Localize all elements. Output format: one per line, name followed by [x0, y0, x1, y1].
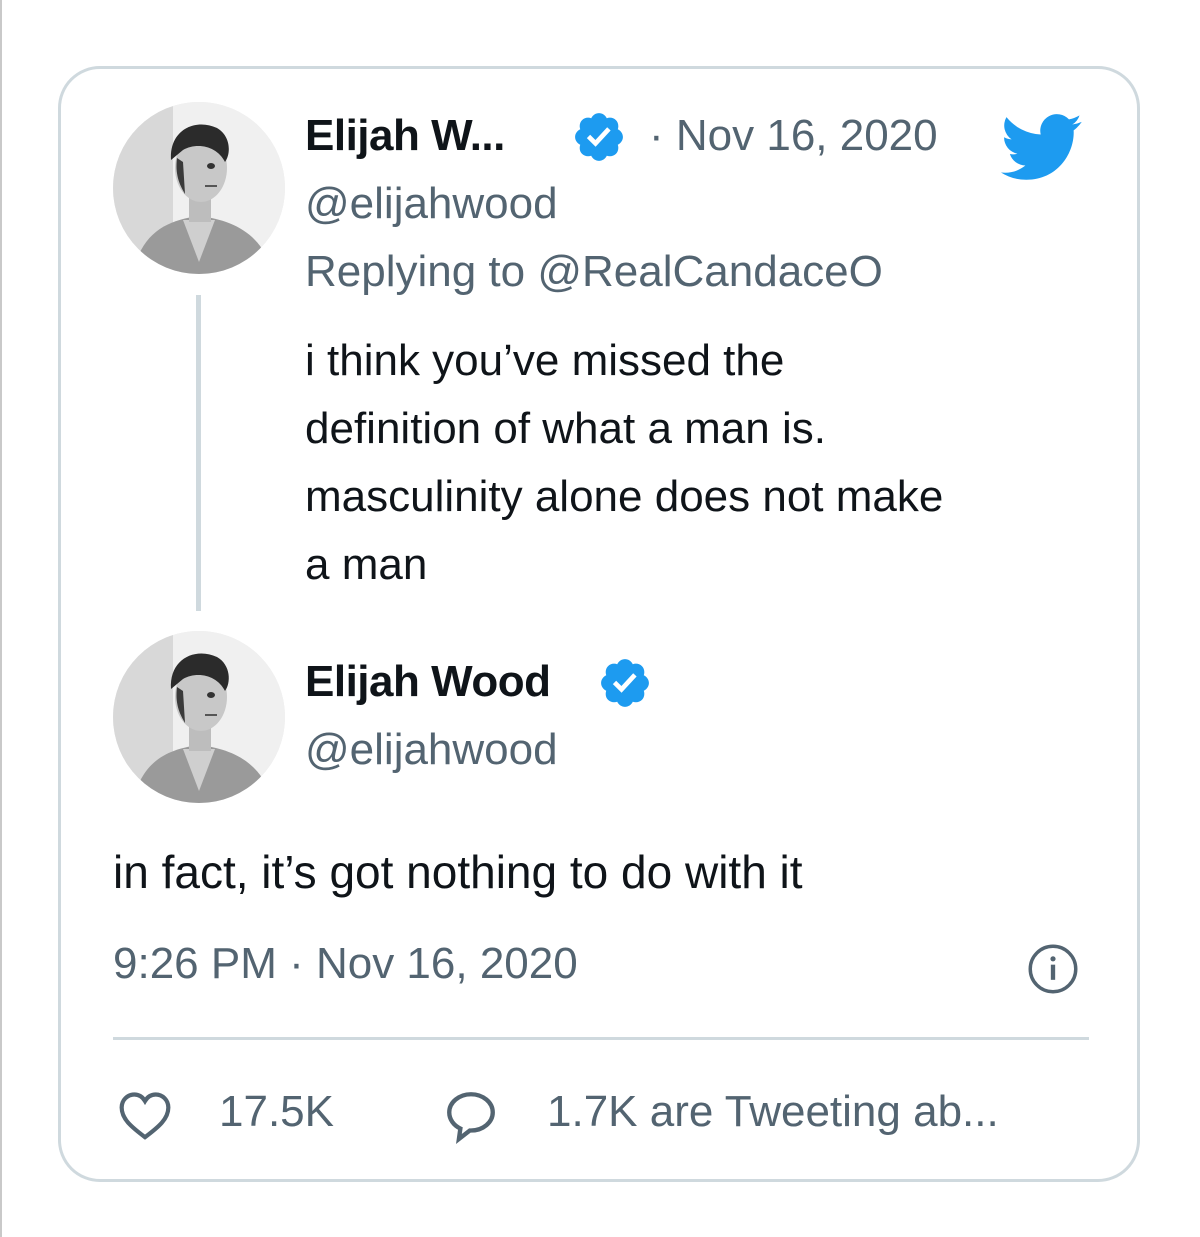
twitter-bird-icon[interactable]: [1001, 113, 1083, 183]
tweet-embed-card[interactable]: Elijah W... · Nov 16, 2020 @elijahwood R…: [58, 66, 1140, 1182]
reply-tweet-text: i think you’ve missed the definition of …: [305, 327, 1105, 599]
heart-icon[interactable]: [117, 1089, 173, 1141]
tweeting-about-link[interactable]: 1.7K are Tweeting ab...: [547, 1087, 999, 1137]
reply-text-line: masculinity alone does not make: [305, 472, 944, 521]
reply-author-name[interactable]: Elijah W...: [305, 111, 505, 161]
main-author-handle[interactable]: @elijahwood: [305, 725, 558, 775]
main-author-name[interactable]: Elijah Wood: [305, 657, 551, 707]
reply-date[interactable]: · Nov 16, 2020: [649, 111, 938, 161]
author-avatar[interactable]: [113, 631, 285, 803]
reply-text-line: definition of what a man is.: [305, 404, 826, 453]
author-avatar[interactable]: [113, 102, 285, 274]
reply-text-line: i think you’ve missed the: [305, 336, 785, 385]
main-tweet-text: in fact, it’s got nothing to do with it: [113, 846, 803, 898]
verified-badge-icon: [601, 659, 649, 707]
verified-badge-icon: [575, 113, 623, 161]
reply-text-line: a man: [305, 540, 428, 589]
replying-to-label[interactable]: Replying to @RealCandaceO: [305, 247, 883, 297]
info-icon[interactable]: [1027, 943, 1079, 995]
like-count[interactable]: 17.5K: [219, 1087, 334, 1137]
reply-author-handle[interactable]: @elijahwood: [305, 179, 558, 229]
thread-connector-line: [196, 295, 201, 611]
comment-bubble-icon[interactable]: [441, 1087, 501, 1145]
actions-divider: [113, 1037, 1089, 1040]
tweet-timestamp[interactable]: 9:26 PM · Nov 16, 2020: [113, 939, 578, 989]
page-edge-line: [0, 0, 2, 1237]
